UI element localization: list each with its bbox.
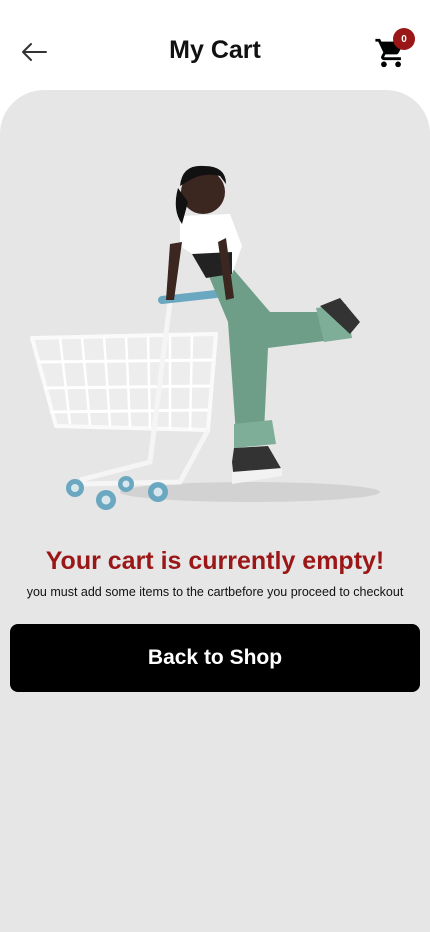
empty-cart-subtitle: you must add some items to the cartbefor… xyxy=(26,585,404,599)
app-header: My Cart 0 xyxy=(0,0,430,100)
cart-count-badge: 0 xyxy=(393,28,415,50)
empty-cart-title: Your cart is currently empty! xyxy=(45,547,385,575)
girl-with-cart-illustration xyxy=(30,165,380,510)
cart-panel: Your cart is currently empty! you must a… xyxy=(0,90,430,932)
cart-button[interactable]: 0 xyxy=(374,28,415,70)
back-to-shop-button[interactable]: Back to Shop xyxy=(10,624,420,692)
page-title: My Cart xyxy=(169,36,261,64)
